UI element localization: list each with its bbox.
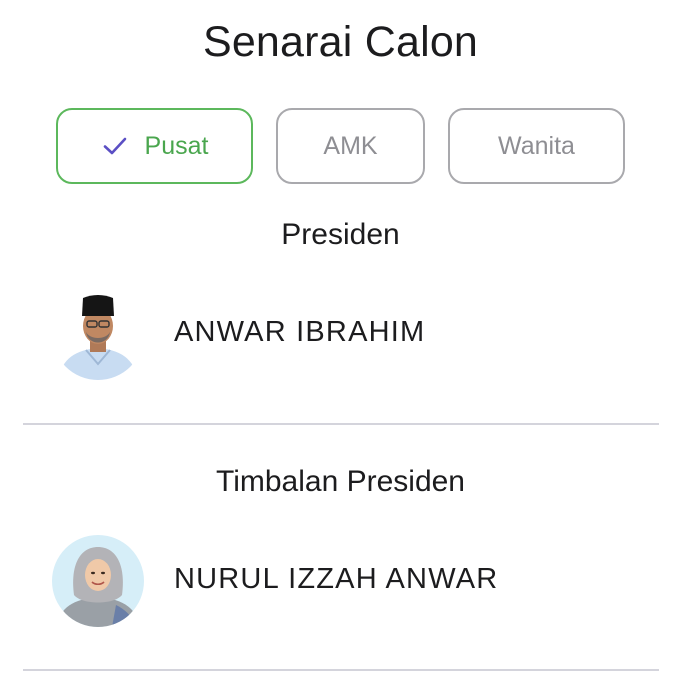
avatar-photo [52, 288, 144, 380]
tab-label: Pusat [144, 131, 209, 160]
candidate-list-page: Senarai Calon Pusat AMK Wanita Presiden [0, 0, 681, 681]
section-heading-presiden: Presiden [281, 218, 400, 251]
page-title: Senarai Calon [202, 18, 479, 66]
avatar [52, 288, 144, 380]
category-tabs: Pusat AMK Wanita [0, 108, 681, 184]
candidate-name: NURUL IZZAH ANWAR [174, 563, 499, 595]
tab-wanita[interactable]: Wanita [448, 108, 625, 184]
tab-amk[interactable]: AMK [276, 108, 425, 184]
candidate-name: ANWAR IBRAHIM [174, 316, 426, 348]
tab-label: AMK [323, 131, 378, 160]
avatar-photo [52, 535, 144, 627]
divider [23, 669, 659, 671]
tab-pusat[interactable]: Pusat [56, 108, 253, 184]
check-icon [103, 137, 126, 155]
candidate-row[interactable]: NURUL IZZAH ANWAR [52, 535, 652, 627]
candidate-row[interactable]: ANWAR IBRAHIM [52, 288, 652, 380]
section-heading-timbalan-presiden: Timbalan Presiden [215, 465, 465, 498]
divider [23, 423, 659, 425]
tab-label: Wanita [498, 131, 575, 160]
avatar [52, 535, 144, 627]
